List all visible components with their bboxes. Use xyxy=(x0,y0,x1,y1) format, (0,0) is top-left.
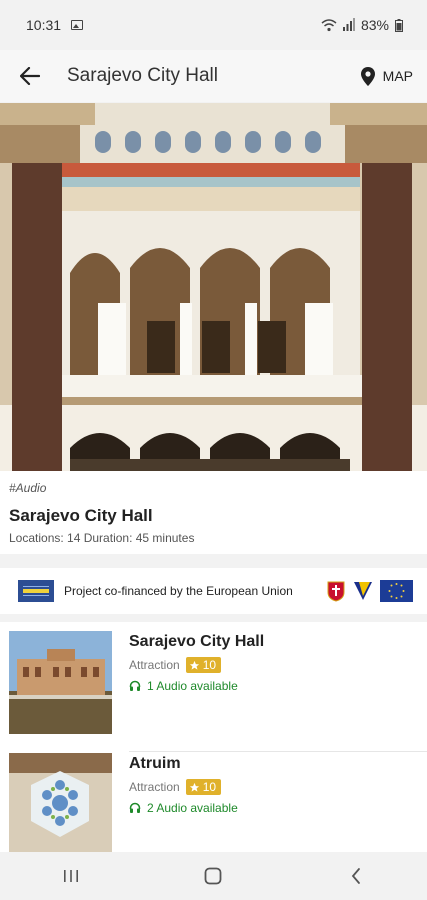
attractions-list: Sarajevo City Hall Attraction 10 1 Audio… xyxy=(0,622,427,856)
eu-cofinance-banner: Project co-financed by the European Unio… xyxy=(0,568,427,614)
eu-flag-icon xyxy=(380,580,413,602)
item-type: Attraction xyxy=(129,780,180,794)
page-title: Sarajevo City Hall xyxy=(67,65,218,86)
tour-tag[interactable]: #Audio xyxy=(9,481,418,495)
item-body: Sarajevo City Hall Attraction 10 1 Audio… xyxy=(129,633,264,693)
status-time: 10:31 xyxy=(26,17,62,33)
headphones-icon xyxy=(129,680,141,691)
chevron-left-icon xyxy=(351,868,360,884)
rating-badge: 10 xyxy=(185,779,222,795)
bosnia-coat-of-arms-icon xyxy=(354,582,372,600)
tour-title: Sarajevo City Hall xyxy=(9,506,153,525)
map-label: MAP xyxy=(382,68,413,84)
audio-count: 1 Audio available xyxy=(147,679,238,693)
rating-value: 10 xyxy=(202,658,217,672)
audio-count: 2 Audio available xyxy=(147,801,238,815)
map-pin-icon xyxy=(360,66,375,86)
item-thumbnail xyxy=(9,753,112,856)
map-button[interactable]: MAP xyxy=(360,66,427,86)
battery-icon xyxy=(395,18,403,32)
arrow-left-icon xyxy=(20,67,40,85)
list-item[interactable]: Atruim Attraction 10 2 Audio available xyxy=(0,753,427,863)
battery-percent: 83% xyxy=(360,17,389,33)
home-icon xyxy=(205,867,222,885)
tour-meta: Locations: 14 Duration: 45 minutes xyxy=(9,531,195,545)
headphones-icon xyxy=(129,802,141,813)
home-button[interactable] xyxy=(183,856,243,896)
star-icon xyxy=(189,660,199,670)
item-name: Sarajevo City Hall xyxy=(129,633,265,650)
system-nav-bar xyxy=(0,852,427,900)
item-name: Atruim xyxy=(129,755,181,772)
tour-info-card: #Audio Sarajevo City Hall Locations: 14 … xyxy=(0,471,427,554)
interreg-logo xyxy=(18,580,54,602)
audio-available: 1 Audio available xyxy=(129,679,264,693)
gallery-notification-icon xyxy=(71,20,84,30)
status-right: 83% xyxy=(321,17,403,33)
status-bar: 10:31 83% xyxy=(0,0,427,50)
wifi-icon xyxy=(321,19,337,32)
list-divider xyxy=(129,751,427,752)
item-meta-row: Attraction 10 xyxy=(129,779,238,795)
system-back-button[interactable] xyxy=(326,856,386,896)
signal-icon xyxy=(342,18,355,31)
hero-illustration xyxy=(0,103,427,471)
item-thumbnail xyxy=(9,631,112,734)
rating-value: 10 xyxy=(202,780,217,794)
item-type: Attraction xyxy=(129,658,180,672)
item-meta-row: Attraction 10 xyxy=(129,657,264,673)
recent-apps-button[interactable] xyxy=(41,856,101,896)
item-body: Atruim Attraction 10 2 Audio available xyxy=(129,755,238,815)
app-bar: Sarajevo City Hall MAP xyxy=(0,50,427,102)
audio-available: 2 Audio available xyxy=(129,801,238,815)
hero-image xyxy=(0,103,427,471)
list-item[interactable]: Sarajevo City Hall Attraction 10 1 Audio… xyxy=(0,631,427,752)
star-icon xyxy=(189,782,199,792)
rating-badge: 10 xyxy=(185,657,222,673)
recent-apps-icon xyxy=(64,870,79,882)
eu-banner-text: Project co-financed by the European Unio… xyxy=(64,584,293,598)
back-button[interactable] xyxy=(0,50,60,102)
serbia-coat-of-arms-icon xyxy=(327,581,345,602)
